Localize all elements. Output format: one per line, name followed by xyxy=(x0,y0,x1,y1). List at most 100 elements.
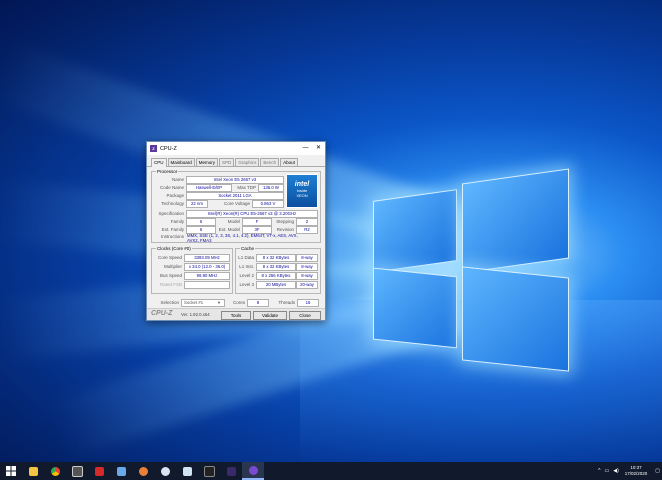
l1i-label: L1 Inst. xyxy=(239,264,254,269)
l2-label: Level 2 xyxy=(239,273,254,278)
threads-value: 16 xyxy=(297,299,319,307)
cpuz-icon: Z xyxy=(150,145,157,152)
family-value: 6 xyxy=(186,218,216,226)
extfamily-label: Ext. Family xyxy=(161,227,184,232)
tools-button[interactable]: Tools xyxy=(221,311,251,320)
paint-icon[interactable] xyxy=(132,462,154,480)
tab-spd[interactable]: SPD xyxy=(219,158,235,166)
instructions-label: Instructions xyxy=(160,234,184,239)
codename-value: Haswell-E/EP xyxy=(186,184,232,192)
l3-value: 20 MBytes xyxy=(256,281,296,289)
tray-chevron-icon[interactable]: ^ xyxy=(598,468,600,474)
name-label: Name xyxy=(171,177,184,182)
tab-mainboard[interactable]: Mainboard xyxy=(167,158,195,166)
processor-group: Processor Name Intel Xeon E5 2667 v3 Cod… xyxy=(151,169,321,243)
red-app-icon[interactable] xyxy=(88,462,110,480)
tab-cpu[interactable]: CPU xyxy=(151,158,167,167)
minimize-button[interactable]: — xyxy=(299,142,312,155)
tab-memory[interactable]: Memory xyxy=(195,158,219,166)
notifications-icon[interactable]: ▢ xyxy=(655,468,660,474)
title-bar[interactable]: Z CPU-Z — ✕ xyxy=(147,142,325,155)
cores-value: 8 xyxy=(247,299,269,307)
maxtdp-label: Max TDP xyxy=(237,185,256,190)
chrome-icon[interactable] xyxy=(44,462,66,480)
tab-graphics[interactable]: Graphics xyxy=(235,158,260,166)
close-app-button[interactable]: Close xyxy=(289,311,321,320)
file-explorer-icon[interactable] xyxy=(22,462,44,480)
corespeed-label: Core Speed xyxy=(157,255,182,260)
cpuz-logo: CPU-Z xyxy=(151,310,173,317)
package-label: Package xyxy=(166,193,184,198)
notepad-icon[interactable] xyxy=(176,462,198,480)
family-label: Family xyxy=(170,219,184,224)
specification-value: Intel(R) Xeon(R) CPU E5-2667 v3 @ 3.20GH… xyxy=(186,210,318,218)
threads-label: Threads xyxy=(278,300,295,305)
l1d-label: L1 Data xyxy=(238,255,254,260)
technology-label: Technology xyxy=(161,201,184,206)
cloud-icon[interactable] xyxy=(154,462,176,480)
network-tray-icon[interactable]: ▭ xyxy=(604,468,609,474)
stepping-label: Stepping xyxy=(276,219,294,224)
revision-label: Revision xyxy=(276,227,294,232)
ratedfsb-label: Rated FSB xyxy=(159,282,182,287)
network-icon[interactable] xyxy=(110,462,132,480)
version-text: Ver. 1.92.0.x64 xyxy=(181,312,210,317)
codename-label: Code Name xyxy=(159,185,184,190)
tab-about[interactable]: About xyxy=(280,158,298,166)
busspeed-label: Bus Speed xyxy=(159,273,182,278)
cpuz-taskbar-icon[interactable] xyxy=(242,462,264,480)
model-label: Model xyxy=(227,219,240,224)
l1i-value: 8 x 32 KBytes xyxy=(256,263,296,271)
package-value: Socket 2011 LGA xyxy=(186,192,284,200)
busspeed-value: 99.80 MHz xyxy=(184,272,230,280)
tab-bench[interactable]: Bench xyxy=(260,158,280,166)
window-title: CPU-Z xyxy=(160,145,177,152)
selection-label: Selection xyxy=(160,300,179,305)
extmodel-label: Ext. Model xyxy=(218,227,240,232)
processor-legend: Processor xyxy=(156,169,179,174)
multiplier-value: x 34.0 (12.0 - 36.0) xyxy=(184,263,230,271)
corevoltage-value: 0.863 V xyxy=(252,200,284,208)
l3-label: Level 3 xyxy=(239,282,254,287)
l1i-way: 8-way xyxy=(296,263,318,271)
footer-bar: CPU-Z Ver. 1.92.0.x64 Tools Validate Clo… xyxy=(147,308,325,320)
instructions-value-line2: AVX2, FMA3 xyxy=(187,238,212,243)
volume-icon[interactable]: ◀) xyxy=(613,468,619,474)
desktop-wallpaper xyxy=(0,0,662,462)
system-tray: ^ ▭ ◀) 10:37 17/02/2020 ▢ xyxy=(596,462,662,480)
calculator-icon[interactable] xyxy=(66,462,88,480)
l2-value: 8 x 256 KBytes xyxy=(256,272,296,280)
l1d-way: 8-way xyxy=(296,254,318,262)
clock[interactable]: 10:37 17/02/2020 xyxy=(625,465,648,477)
taskbar: ^ ▭ ◀) 10:37 17/02/2020 ▢ xyxy=(0,462,662,480)
cache-group: Cache L1 Data 8 x 32 KBytes 8-way L1 Ins… xyxy=(235,246,321,294)
corevoltage-label: Core Voltage xyxy=(223,201,250,206)
corespeed-value: 3393.09 MHz xyxy=(184,254,230,262)
windows-start-icon[interactable] xyxy=(0,462,22,480)
l3-way: 20-way xyxy=(296,281,318,289)
specification-label: Specification xyxy=(158,211,184,216)
name-value: Intel Xeon E5 2667 v3 xyxy=(186,176,284,184)
ratedfsb-value xyxy=(184,281,230,289)
cpuz-window: Z CPU-Z — ✕ CPU Mainboard Memory SPD Gra… xyxy=(146,141,326,321)
validate-button[interactable]: Validate xyxy=(253,311,287,320)
cache-legend: Cache xyxy=(240,246,256,251)
cores-label: Cores xyxy=(232,300,245,305)
purple-app-icon[interactable] xyxy=(220,462,242,480)
model-value: F xyxy=(242,218,272,226)
technology-value: 22 nm xyxy=(186,200,208,208)
intel-xeon-logo: intel inside XEON xyxy=(286,174,318,208)
date-text: 17/02/2020 xyxy=(624,471,648,476)
clocks-group: Clocks (Core #0) Core Speed 3393.09 MHz … xyxy=(151,246,233,294)
cpu-tab-content: Processor Name Intel Xeon E5 2667 v3 Cod… xyxy=(147,167,325,310)
tab-bar: CPU Mainboard Memory SPD Graphics Bench … xyxy=(147,155,325,167)
chevron-down-icon[interactable]: ▼ xyxy=(217,300,221,305)
terminal-icon[interactable] xyxy=(198,462,220,480)
clocks-legend: Clocks (Core #0) xyxy=(156,246,192,251)
stepping-value: 2 xyxy=(296,218,318,226)
maxtdp-value: 135.0 W xyxy=(258,184,284,192)
l1d-value: 8 x 32 KBytes xyxy=(256,254,296,262)
l2-way: 8-way xyxy=(296,272,318,280)
multiplier-label: Multiplier xyxy=(163,264,182,269)
close-button[interactable]: ✕ xyxy=(312,142,325,155)
